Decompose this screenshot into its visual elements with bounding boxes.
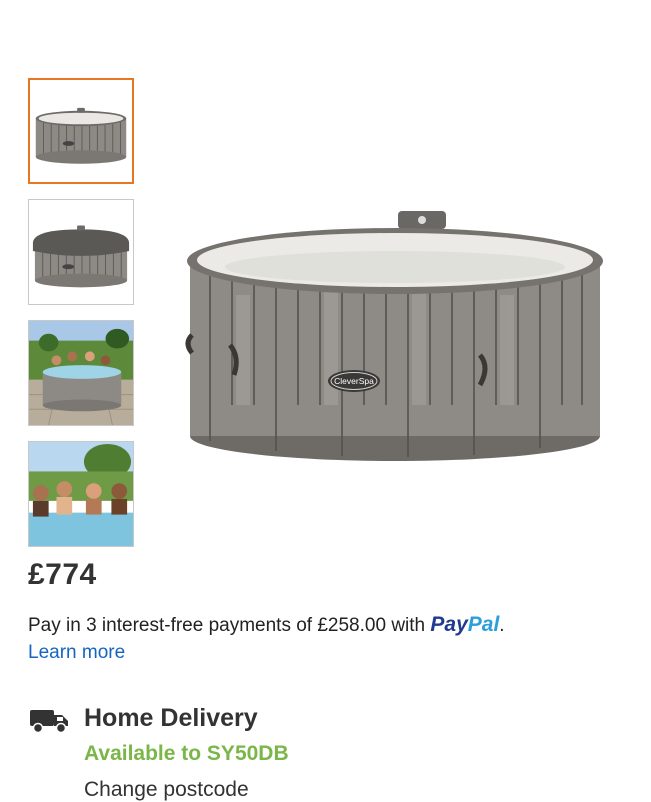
delivery-availability: Available to SY50DB (84, 742, 289, 765)
thumbnail-hot-tub-lid-on[interactable] (28, 199, 134, 305)
paypal-suffix: . (499, 615, 505, 636)
change-postcode-link[interactable]: Change postcode (84, 778, 249, 802)
product-price: £774 (28, 558, 97, 591)
learn-more-link[interactable]: Learn more (28, 642, 125, 664)
people-in-hot-tub-image (29, 442, 133, 546)
paypal-installments-text: Pay in 3 interest-free payments of £258.… (28, 615, 426, 636)
paypal-installments: Pay in 3 interest-free payments of £258.… (28, 613, 505, 637)
main-product-image: CleverSpa (185, 211, 603, 461)
brand-badge-text: CleverSpa (334, 376, 374, 386)
thumbnail-hot-tub-lid-off[interactable] (28, 78, 134, 184)
thumbnail-hot-tub-people-closeup[interactable] (28, 441, 134, 547)
hot-tub-with-cover-image (32, 225, 130, 288)
paypal-logo-pay: Pay (430, 613, 468, 636)
delivery-title: Home Delivery (84, 704, 258, 732)
garden-scene-image (29, 321, 133, 425)
paypal-logo: PayPal (430, 613, 500, 636)
truck-icon (30, 710, 68, 734)
hot-tub-thumbnail-image (35, 107, 127, 164)
thumbnail-hot-tub-garden-scene[interactable] (28, 320, 134, 426)
paypal-logo-pal: Pal (467, 613, 500, 636)
